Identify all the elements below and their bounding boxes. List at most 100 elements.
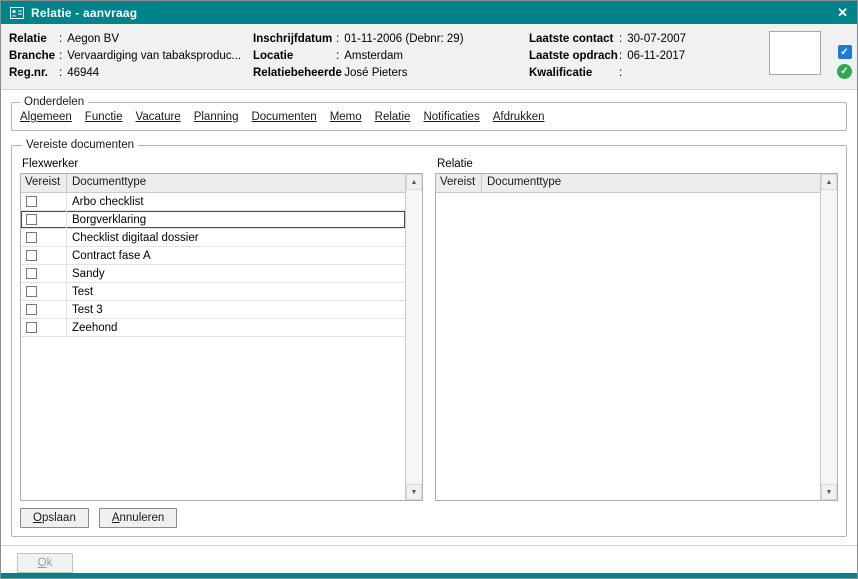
field-value: 06-11-2017 (627, 49, 685, 64)
field-regnr: Reg.nr.:46944 (9, 66, 253, 81)
flexwerker-panel-title: Flexwerker (20, 153, 423, 173)
vereist-checkbox[interactable] (26, 304, 37, 315)
onderdelen-group: Onderdelen Algemeen Functie Vacature Planni… (11, 96, 847, 131)
field-label: Locatie (253, 49, 336, 64)
green-check-icon[interactable]: ✓ (837, 64, 852, 79)
field-label: Inschrijfdatum (253, 32, 336, 47)
scroll-down-button[interactable]: ▼ (821, 484, 837, 500)
table-body (436, 193, 820, 500)
vereist-checkbox[interactable] (26, 322, 37, 333)
table-header-row: Vereist Documenttype (21, 174, 405, 193)
tab-planning[interactable]: Planning (194, 111, 239, 123)
blue-checkbox-icon[interactable]: ✓ (838, 45, 852, 59)
ok-button[interactable]: Ok (17, 553, 73, 573)
field-relatie: Relatie:Aegon BV (9, 32, 253, 47)
scroll-up-button[interactable]: ▲ (821, 174, 837, 190)
vereist-checkbox[interactable] (26, 196, 37, 207)
relatie-panel: Relatie Vereist Documenttype ▲ (435, 153, 838, 501)
tab-afdrukken[interactable]: Afdrukken (493, 111, 545, 123)
field-relatiebeheerder: Relatiebeheerde:José Pieters (253, 66, 529, 81)
opslaan-button[interactable]: Opslaan (20, 508, 89, 528)
footer-separator (1, 545, 857, 546)
field-value: 46944 (67, 66, 99, 81)
vereist-cell (21, 319, 67, 336)
flexwerker-table: Vereist Documenttype Arbo checklistBorgv… (21, 174, 405, 500)
status-icons: ✓ ✓ (837, 45, 852, 79)
field-laatste-opdracht: Laatste opdrach:06-11-2017 (529, 49, 744, 64)
field-inschrijfdatum: Inschrijfdatum:01-11-2006 (Debnr: 29) (253, 32, 529, 47)
documenttype-cell: Contract fase A (67, 247, 405, 264)
panel-buttons: Opslaan Annuleren (20, 508, 838, 528)
vereist-cell (21, 301, 67, 318)
relatie-panel-title: Relatie (435, 153, 838, 173)
check-glyph: ✓ (840, 66, 848, 77)
column-header-vereist[interactable]: Vereist (21, 174, 67, 192)
field-kwalificatie: Kwalificatie: (529, 66, 744, 81)
table-row[interactable]: Checklist digitaal dossier (21, 229, 405, 247)
scrollbar-track[interactable] (406, 190, 422, 484)
column-header-vereist[interactable]: Vereist (436, 174, 482, 192)
flexwerker-list: Vereist Documenttype Arbo checklistBorgv… (20, 173, 423, 501)
field-label: Branche (9, 49, 59, 64)
table-row[interactable]: Zeehond (21, 319, 405, 337)
vereist-checkbox[interactable] (26, 286, 37, 297)
field-value: 01-11-2006 (Debnr: 29) (344, 32, 463, 47)
tab-documenten[interactable]: Documenten (251, 111, 316, 123)
field-label: Laatste opdrach (529, 49, 619, 64)
documenttype-cell: Arbo checklist (67, 193, 405, 210)
vereist-cell (21, 283, 67, 300)
column-header-documenttype[interactable]: Documenttype (67, 174, 405, 192)
tab-memo[interactable]: Memo (330, 111, 362, 123)
scroll-down-button[interactable]: ▼ (406, 484, 422, 500)
vereist-checkbox[interactable] (26, 214, 37, 225)
vereist-cell (21, 247, 67, 264)
field-label: Kwalificatie (529, 66, 619, 81)
close-icon[interactable]: ✕ (837, 6, 848, 19)
table-row[interactable]: Test 3 (21, 301, 405, 319)
documenttype-cell: Zeehond (67, 319, 405, 336)
documenttype-cell: Test 3 (67, 301, 405, 318)
table-row[interactable]: Arbo checklist (21, 193, 405, 211)
table-row[interactable]: Sandy (21, 265, 405, 283)
table-row[interactable]: Borgverklaring (21, 211, 405, 229)
onderdelen-group-label: Onderdelen (20, 96, 88, 108)
scroll-up-button[interactable]: ▲ (406, 174, 422, 190)
vereist-checkbox[interactable] (26, 250, 37, 261)
field-value: 30-07-2007 (627, 32, 686, 47)
bottom-accent-strip (1, 573, 857, 578)
vereist-checkbox[interactable] (26, 232, 37, 243)
field-laatste-contact: Laatste contact:30-07-2007 (529, 32, 744, 47)
relatie-aanvraag-window: Relatie - aanvraag ✕ Relatie:Aegon BV Br… (0, 0, 858, 579)
field-value: Vervaardiging van tabaksproduc... (67, 49, 241, 64)
field-branche: Branche:Vervaardiging van tabaksproduc..… (9, 49, 253, 64)
tab-functie[interactable]: Functie (85, 111, 123, 123)
header-column-2: Inschrijfdatum:01-11-2006 (Debnr: 29) Lo… (253, 32, 529, 89)
arrow-down-icon: ▼ (826, 489, 833, 496)
field-value: Amsterdam (344, 49, 403, 64)
field-locatie: Locatie:Amsterdam (253, 49, 529, 64)
documenttype-cell: Checklist digitaal dossier (67, 229, 405, 246)
header-column-1: Relatie:Aegon BV Branche:Vervaardiging v… (9, 32, 253, 89)
table-row[interactable]: Test (21, 283, 405, 301)
relatie-table: Vereist Documenttype (436, 174, 820, 500)
tab-algemeen[interactable]: Algemeen (20, 111, 72, 123)
section-tabs: Algemeen Functie Vacature Planning Documente… (18, 109, 840, 123)
tab-relatie[interactable]: Relatie (375, 111, 411, 123)
vereiste-documenten-group-label: Vereiste documenten (22, 139, 138, 151)
annuleren-button[interactable]: Annuleren (99, 508, 177, 528)
vereist-checkbox[interactable] (26, 268, 37, 279)
vereist-cell (21, 265, 67, 282)
photo-placeholder (769, 31, 821, 75)
field-label: Laatste contact (529, 32, 619, 47)
tab-vacature[interactable]: Vacature (136, 111, 181, 123)
table-row[interactable]: Contract fase A (21, 247, 405, 265)
vertical-scrollbar[interactable]: ▲ ▼ (405, 174, 422, 500)
column-header-documenttype[interactable]: Documenttype (482, 174, 820, 192)
vertical-scrollbar[interactable]: ▲ ▼ (820, 174, 837, 500)
tab-notificaties[interactable]: Notificaties (423, 111, 479, 123)
scrollbar-track[interactable] (821, 190, 837, 484)
arrow-down-icon: ▼ (411, 489, 418, 496)
arrow-up-icon: ▲ (411, 179, 418, 186)
dialog-content: Onderdelen Algemeen Functie Vacature Planni… (1, 90, 857, 573)
document-panels: Flexwerker Vereist Documenttype Arbo che… (20, 151, 838, 501)
